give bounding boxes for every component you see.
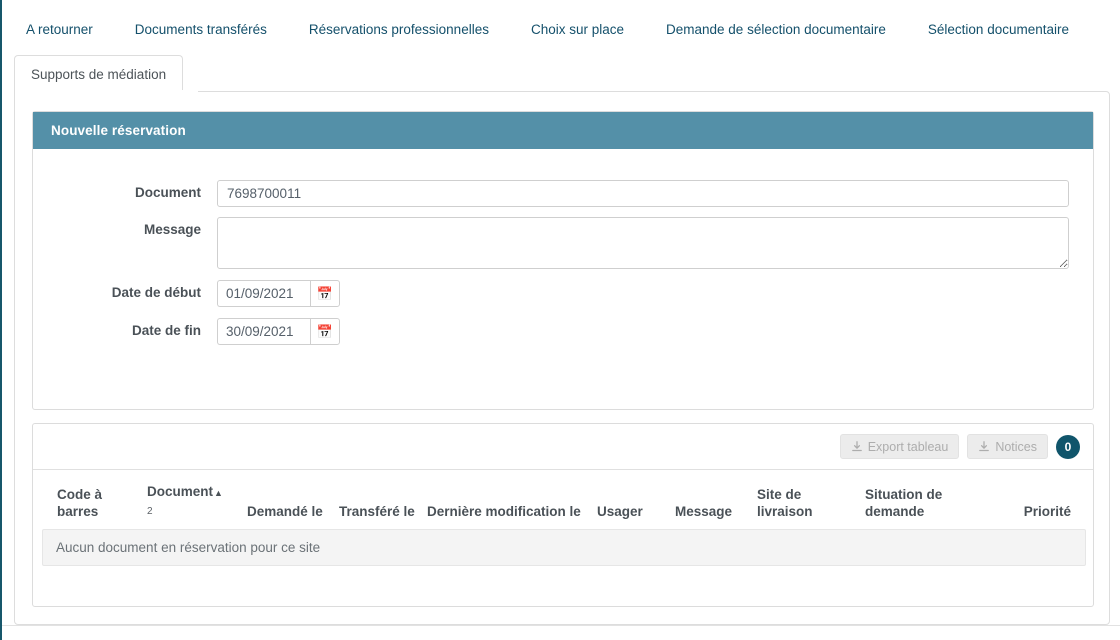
notices-label: Notices xyxy=(995,439,1037,454)
notices-button[interactable]: Notices xyxy=(967,434,1048,459)
date-fin-input[interactable] xyxy=(217,318,310,345)
field-row-document: Document xyxy=(33,180,1069,207)
col-derniere-modification-le-label: Dernière modification le xyxy=(427,504,581,519)
tab-supports-de-mediation[interactable]: Supports de médiation xyxy=(14,55,184,92)
message-textarea[interactable] xyxy=(217,217,1069,269)
new-reservation-card: Nouvelle réservation Document Message Da… xyxy=(32,111,1094,410)
download-icon xyxy=(851,440,863,453)
calendar-icon-button-date-debut[interactable]: 📅 xyxy=(310,280,340,307)
col-code-a-barres[interactable]: Code à barres xyxy=(33,470,141,529)
reservations-results-card: Export tableau Notices 0 Code à barres D… xyxy=(32,423,1094,607)
col-message[interactable]: Message xyxy=(669,470,751,529)
col-transfere-le-label: Transféré le xyxy=(339,504,415,519)
new-reservation-form: Document Message Date de début 📅 xyxy=(33,149,1093,446)
col-demande-le-label: Demandé le xyxy=(247,504,323,519)
col-derniere-modification-le[interactable]: Dernière modification le xyxy=(421,470,591,529)
date-debut-group: 📅 xyxy=(217,280,340,307)
sub-tab-label: Supports de médiation xyxy=(31,66,167,82)
tab-reservations-professionnelles[interactable]: Réservations professionnelles xyxy=(297,18,501,44)
col-usager-label: Usager xyxy=(597,504,643,519)
col-code-a-barres-label: Code à barres xyxy=(57,487,103,519)
tab-content-panel: Nouvelle réservation Document Message Da… xyxy=(14,91,1110,625)
primary-tab-bar: A retourner Documents transférés Réserva… xyxy=(14,18,1110,54)
col-document-label: Document xyxy=(147,484,214,499)
date-fin-group: 📅 xyxy=(217,318,340,345)
field-row-date-debut: Date de début 📅 xyxy=(33,280,340,307)
tab-a-retourner[interactable]: A retourner xyxy=(14,18,105,44)
col-document[interactable]: Document▲ 2 xyxy=(141,470,241,529)
reservations-table: Code à barres Document▲ 2 Demandé le Tra… xyxy=(33,470,1095,578)
card-title: Nouvelle réservation xyxy=(51,123,186,138)
date-debut-input[interactable] xyxy=(217,280,310,307)
sub-tab-bar: Supports de médiation xyxy=(14,55,1110,92)
tab-choix-sur-place[interactable]: Choix sur place xyxy=(519,18,636,44)
empty-state-message: Aucun document en réservation pour ce si… xyxy=(42,529,1086,566)
col-situation-de-demande[interactable]: Situation de demande xyxy=(859,470,1007,529)
results-toolbar: Export tableau Notices 0 xyxy=(33,424,1093,469)
sort-ascending-icon: ▲ xyxy=(214,488,223,498)
export-tableau-label: Export tableau xyxy=(867,439,949,454)
col-document-sort-index: 2 xyxy=(147,506,153,517)
col-transfere-le[interactable]: Transféré le xyxy=(333,470,421,529)
table-empty-cell: Aucun document en réservation pour ce si… xyxy=(33,529,1095,578)
calendar-icon: 📅 xyxy=(316,286,334,301)
col-site-de-livraison[interactable]: Site de livraison xyxy=(751,470,859,529)
tab-demande-de-selection-documentaire[interactable]: Demande de sélection documentaire xyxy=(654,18,898,44)
col-demande-le[interactable]: Demandé le xyxy=(241,470,333,529)
table-body: Aucun document en réservation pour ce si… xyxy=(33,529,1095,578)
tab-selection-documentaire[interactable]: Sélection documentaire xyxy=(916,18,1081,44)
results-count-badge: 0 xyxy=(1056,434,1080,459)
document-input[interactable] xyxy=(217,180,1069,207)
document-label: Document xyxy=(134,185,201,200)
download-icon xyxy=(978,440,990,453)
field-row-date-fin: Date de fin 📅 xyxy=(33,318,340,345)
export-tableau-button[interactable]: Export tableau xyxy=(839,434,960,459)
col-priorite-label: Priorité xyxy=(1023,504,1071,519)
date-fin-label: Date de fin xyxy=(131,323,201,338)
col-priorite[interactable]: Priorité xyxy=(1007,470,1095,529)
page-root: A retourner Documents transférés Réserva… xyxy=(0,0,1120,640)
calendar-icon-button-date-fin[interactable]: 📅 xyxy=(310,318,340,345)
table-head: Code à barres Document▲ 2 Demandé le Tra… xyxy=(33,470,1095,529)
col-message-label: Message xyxy=(675,504,733,519)
tab-documents-transferes[interactable]: Documents transférés xyxy=(123,18,279,44)
results-count-value: 0 xyxy=(1064,439,1072,454)
date-debut-label: Date de début xyxy=(111,285,201,300)
page-bottom-rule xyxy=(2,625,1120,626)
field-row-message: Message xyxy=(33,217,1069,269)
table-header-row: Code à barres Document▲ 2 Demandé le Tra… xyxy=(33,470,1095,529)
col-usager[interactable]: Usager xyxy=(591,470,669,529)
col-site-de-livraison-label: Site de livraison xyxy=(757,487,813,519)
col-situation-de-demande-label: Situation de demande xyxy=(865,487,943,519)
calendar-icon: 📅 xyxy=(316,324,334,339)
table-empty-row: Aucun document en réservation pour ce si… xyxy=(33,529,1095,578)
new-reservation-card-header: Nouvelle réservation xyxy=(33,112,1093,149)
active-tab-merge-strip xyxy=(15,90,198,93)
message-label: Message xyxy=(143,222,201,237)
